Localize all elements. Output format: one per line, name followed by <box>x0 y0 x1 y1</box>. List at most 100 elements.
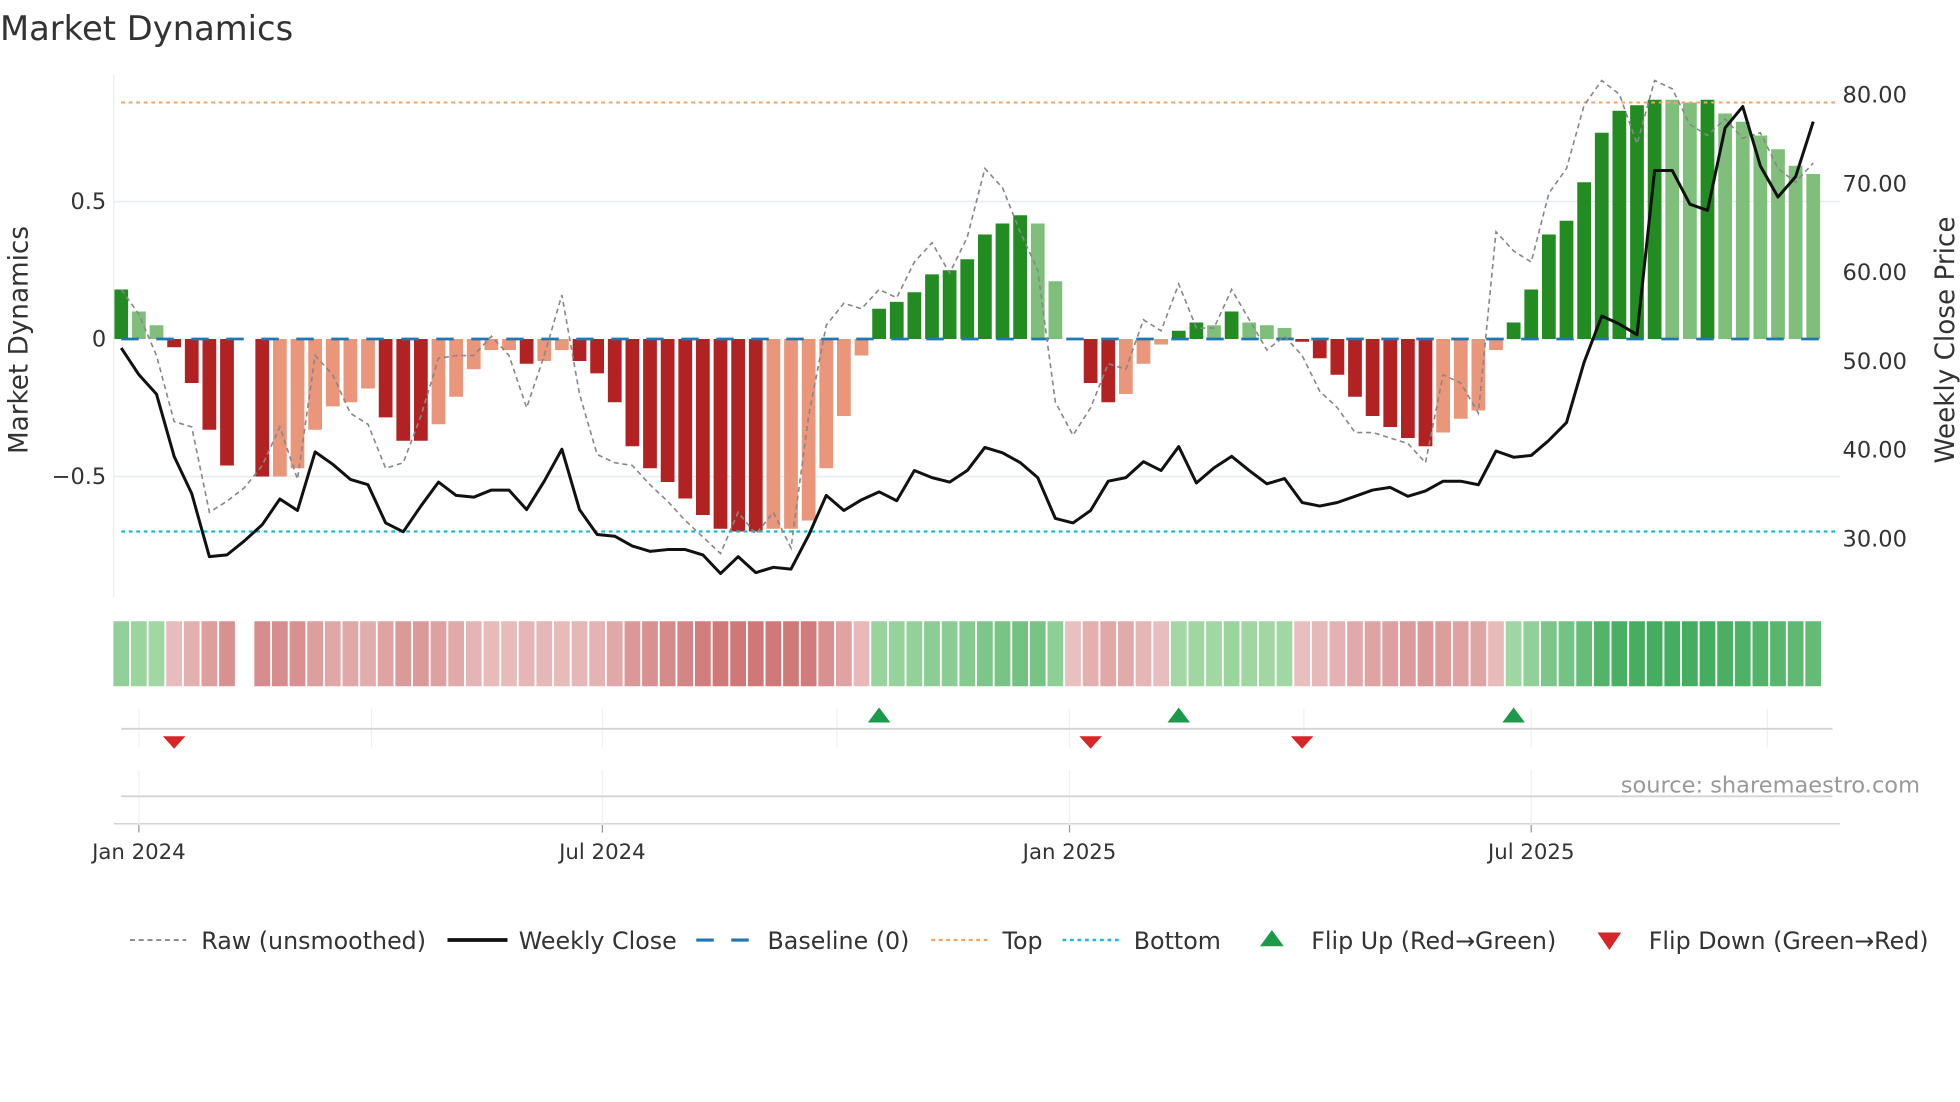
dynamics-bar <box>149 325 164 340</box>
dynamics-bar <box>1612 110 1627 340</box>
dynamics-bar <box>748 339 763 532</box>
dynamics-bar <box>1189 322 1204 340</box>
regime-strip-cell <box>554 621 570 687</box>
dynamics-bar <box>942 270 957 340</box>
legend-label: Weekly Close <box>519 927 677 955</box>
regime-strip-cell <box>1294 621 1310 687</box>
regime-strip-cell <box>1593 621 1610 687</box>
regime-strip-cell <box>1734 621 1751 687</box>
dynamics-bar <box>343 339 358 403</box>
regime-strip-cell <box>148 621 165 687</box>
regime-strip-cell <box>1082 621 1099 687</box>
regime-strip-cell <box>395 621 412 687</box>
regime-strip-cell <box>501 621 517 687</box>
regime-strip-cell <box>677 621 694 687</box>
regime-strip-cell <box>1241 621 1258 687</box>
regime-strip-cell <box>254 621 271 687</box>
y-tick-label: −0.5 <box>52 464 107 490</box>
regime-strip-cell <box>906 621 923 687</box>
regime-strip-cell <box>1118 621 1134 687</box>
regime-strip-cell <box>1170 621 1187 687</box>
dynamics-bar <box>1665 99 1680 340</box>
regime-strip-cell <box>1611 621 1628 687</box>
regime-strip-cell <box>1029 621 1046 687</box>
dynamics-bar <box>1806 174 1821 340</box>
regime-strip-cell <box>1364 621 1381 687</box>
dynamics-bar <box>132 311 146 340</box>
legend-swatch-flip-down <box>1597 932 1622 950</box>
regime-strip-cell <box>1488 621 1504 687</box>
regime-strip-cell <box>1629 621 1645 687</box>
dynamics-bar <box>1683 102 1697 340</box>
dynamics-bar <box>1295 339 1309 342</box>
dynamics-bar <box>1312 339 1327 359</box>
dynamics-bar <box>889 301 904 340</box>
dynamics-bar <box>960 259 975 339</box>
dynamics-bar <box>1524 289 1539 340</box>
regime-strip-cell <box>1523 621 1540 687</box>
regime-strip <box>113 621 1822 687</box>
dynamics-bar <box>1542 234 1556 340</box>
dynamics-bar <box>872 308 886 340</box>
dynamics-bar <box>819 339 834 469</box>
dynamics-bar <box>184 339 199 384</box>
regime-strip-cell <box>1717 621 1733 687</box>
regime-strip-cell <box>1470 621 1487 687</box>
y-axis-label: Market Dynamics <box>5 226 35 454</box>
regime-strip-cell <box>1400 621 1416 687</box>
dynamics-bar <box>1559 220 1574 340</box>
x-tick-label: Jan 2025 <box>1021 840 1117 865</box>
y2-tick-label: 60.00 <box>1843 260 1907 286</box>
regime-strip-cell <box>307 621 323 687</box>
regime-strip-cell <box>536 621 553 687</box>
regime-strip-cell <box>131 621 147 687</box>
regime-strip-cell <box>1646 621 1663 687</box>
regime-strip-cell <box>1576 621 1592 687</box>
dynamics-bar <box>325 339 340 407</box>
dynamics-bar <box>1030 223 1045 340</box>
dynamics-bar <box>1013 215 1027 340</box>
dynamics-bar <box>220 339 234 466</box>
dynamics-bar <box>466 339 481 370</box>
legend-label: Bottom <box>1134 927 1221 955</box>
regime-strip-cell <box>1259 621 1275 687</box>
regime-strip-cell <box>1206 621 1222 687</box>
dynamics-bar <box>1735 121 1750 340</box>
dynamics-bar <box>696 339 710 515</box>
chart-title: Market Dynamics <box>0 9 293 48</box>
regime-strip-cell <box>430 621 447 687</box>
regime-strip-cell <box>1047 621 1064 687</box>
regime-strip-cell <box>624 621 641 687</box>
dynamics-bar <box>1506 322 1521 340</box>
dynamics-bar <box>1594 132 1609 340</box>
dynamics-bar <box>449 339 463 397</box>
regime-strip-cell <box>783 621 799 687</box>
dynamics-bar <box>255 339 270 477</box>
regime-strip-cell <box>1505 621 1522 687</box>
regime-strip-cell <box>113 621 130 687</box>
regime-strip-cell <box>483 621 500 687</box>
dynamics-bar <box>713 339 728 529</box>
legend-swatch-flip-up <box>1260 930 1284 947</box>
dynamics-bar <box>378 339 393 418</box>
dynamics-bar <box>361 339 375 389</box>
dynamics-bar <box>1348 339 1362 397</box>
dynamics-bar <box>660 339 675 483</box>
legend-label: Top <box>1002 927 1043 955</box>
regime-strip-cell <box>695 621 711 687</box>
dynamics-bar <box>1471 339 1486 411</box>
flip-down-marker <box>1079 736 1102 749</box>
regime-strip-cell <box>977 621 993 687</box>
regime-strip-cell <box>712 621 729 687</box>
legend-label: Flip Up (Red→Green) <box>1311 927 1556 955</box>
regime-strip-cell <box>1347 621 1363 687</box>
regime-strip-cell <box>360 621 376 687</box>
legend: Raw (unsmoothed) Weekly Close Baseline (0)… <box>130 927 1929 955</box>
x-tick-label: Jul 2024 <box>557 840 645 865</box>
regime-strip-cell <box>342 621 359 687</box>
regime-strip-cell <box>1311 621 1328 687</box>
dynamics-bar <box>572 339 587 362</box>
regime-strip-cell <box>1805 621 1822 687</box>
regime-strip-cell <box>1065 621 1081 687</box>
regime-strip-cell <box>1012 621 1028 687</box>
